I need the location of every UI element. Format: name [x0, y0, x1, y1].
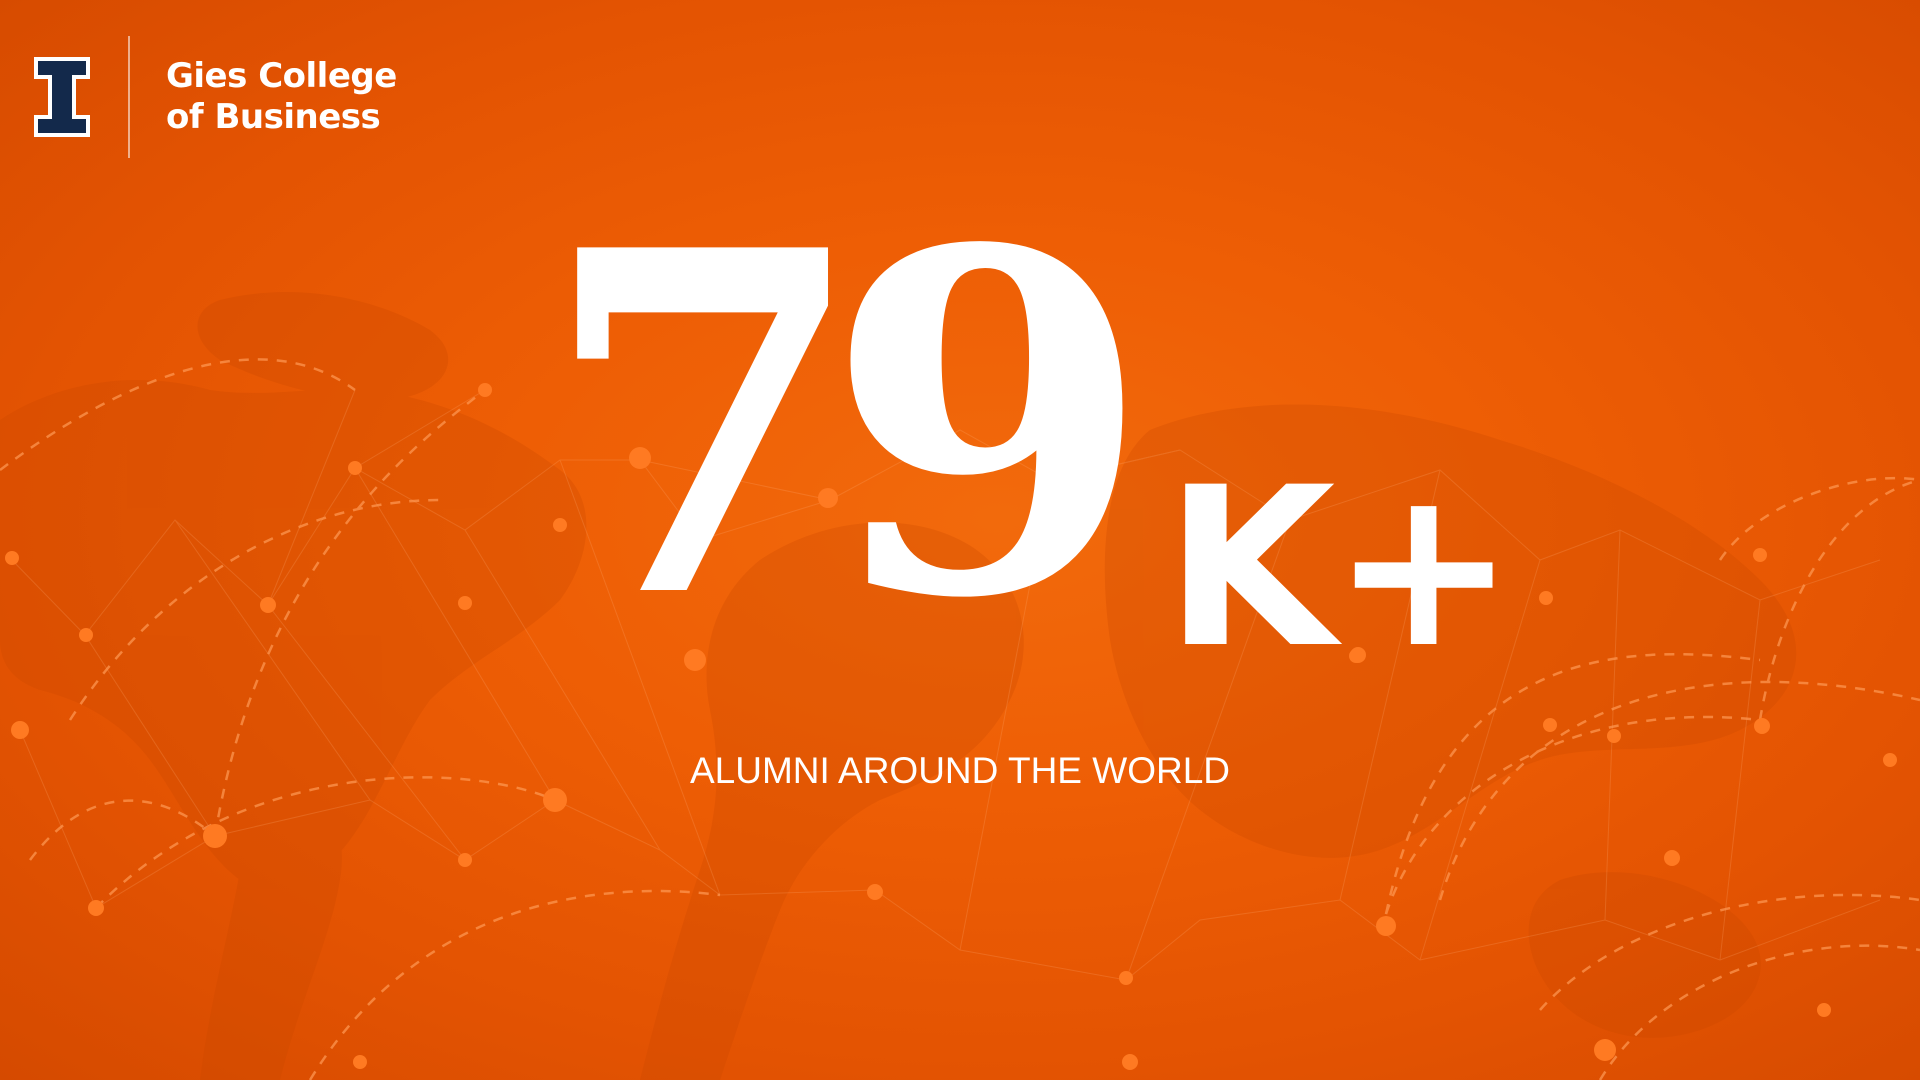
college-name-line1: Gies College	[166, 56, 397, 96]
alumni-stat: 79 K+	[540, 149, 1516, 710]
logo-divider	[128, 36, 130, 158]
block-i-icon	[34, 57, 90, 137]
stat-number: 79	[540, 149, 1152, 701]
stat-caption: ALUMNI AROUND THE WORLD	[690, 750, 1230, 791]
college-name-line2: of Business	[166, 97, 381, 137]
gies-logo: Gies College of Business	[34, 36, 397, 158]
stat-suffix: K+	[1165, 440, 1516, 696]
college-name: Gies College of Business	[166, 56, 397, 138]
